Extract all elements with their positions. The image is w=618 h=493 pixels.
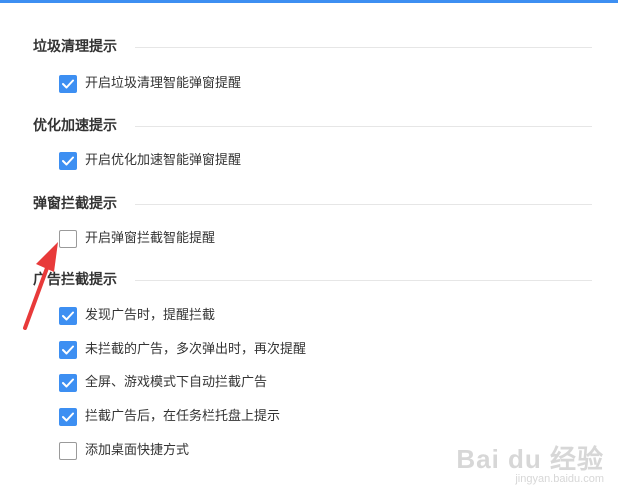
option-label: 添加桌面快捷方式 xyxy=(85,443,190,458)
checkbox-checked[interactable] xyxy=(59,408,77,426)
checkbox-checked[interactable] xyxy=(59,374,77,392)
option-repeat-popup-reminder[interactable]: 未拦截的广告，多次弹出时，再次提醒 xyxy=(59,340,306,360)
checkbox-checked[interactable] xyxy=(59,152,77,170)
checkmark-icon xyxy=(62,345,74,355)
window-top-accent-bar xyxy=(0,0,618,3)
option-label: 开启优化加速智能弹窗提醒 xyxy=(85,153,242,168)
option-fullscreen-game-auto-block[interactable]: 全屏、游戏模式下自动拦截广告 xyxy=(59,373,267,393)
option-label: 开启弹窗拦截智能提醒 xyxy=(85,231,216,246)
option-junk-cleanup-popup[interactable]: 开启垃圾清理智能弹窗提醒 xyxy=(59,74,241,94)
option-desktop-shortcut[interactable]: 添加桌面快捷方式 xyxy=(59,441,189,461)
checkmark-icon xyxy=(62,311,74,321)
option-tray-notification[interactable]: 拦截广告后，在任务栏托盘上提示 xyxy=(59,407,280,427)
watermark-url: jingyan.baidu.com xyxy=(515,473,604,485)
section-divider xyxy=(135,280,592,281)
checkbox-checked[interactable] xyxy=(59,75,77,93)
section-divider xyxy=(135,126,592,127)
checkmark-icon xyxy=(62,156,74,166)
checkmark-icon xyxy=(62,412,74,422)
checkbox-unchecked[interactable] xyxy=(59,230,77,248)
option-ad-found-reminder[interactable]: 发现广告时，提醒拦截 xyxy=(59,306,215,326)
checkbox-checked[interactable] xyxy=(59,341,77,359)
watermark: Bai du 经验 jingyan.baidu.com xyxy=(456,445,604,485)
section-title-ad-blocking: 广告拦截提示 xyxy=(33,272,117,288)
checkmark-icon xyxy=(62,378,74,388)
option-label: 发现广告时，提醒拦截 xyxy=(85,308,216,323)
option-label: 全屏、游戏模式下自动拦截广告 xyxy=(85,375,268,390)
section-title-junk-cleanup: 垃圾清理提示 xyxy=(33,39,117,55)
checkbox-unchecked[interactable] xyxy=(59,442,77,460)
section-title-speed-optimization: 优化加速提示 xyxy=(33,118,117,134)
option-label: 开启垃圾清理智能弹窗提醒 xyxy=(85,76,242,91)
checkmark-icon xyxy=(62,79,74,89)
watermark-logo-text: Bai du 经验 xyxy=(456,444,604,474)
option-label: 未拦截的广告，多次弹出时，再次提醒 xyxy=(85,342,307,357)
section-divider xyxy=(135,47,592,48)
section-divider xyxy=(135,204,592,205)
option-popup-blocking-reminder[interactable]: 开启弹窗拦截智能提醒 xyxy=(59,229,215,249)
option-speed-optimization-popup[interactable]: 开启优化加速智能弹窗提醒 xyxy=(59,151,241,171)
section-title-popup-blocking: 弹窗拦截提示 xyxy=(33,196,117,212)
option-label: 拦截广告后，在任务栏托盘上提示 xyxy=(85,409,281,424)
checkbox-checked[interactable] xyxy=(59,307,77,325)
